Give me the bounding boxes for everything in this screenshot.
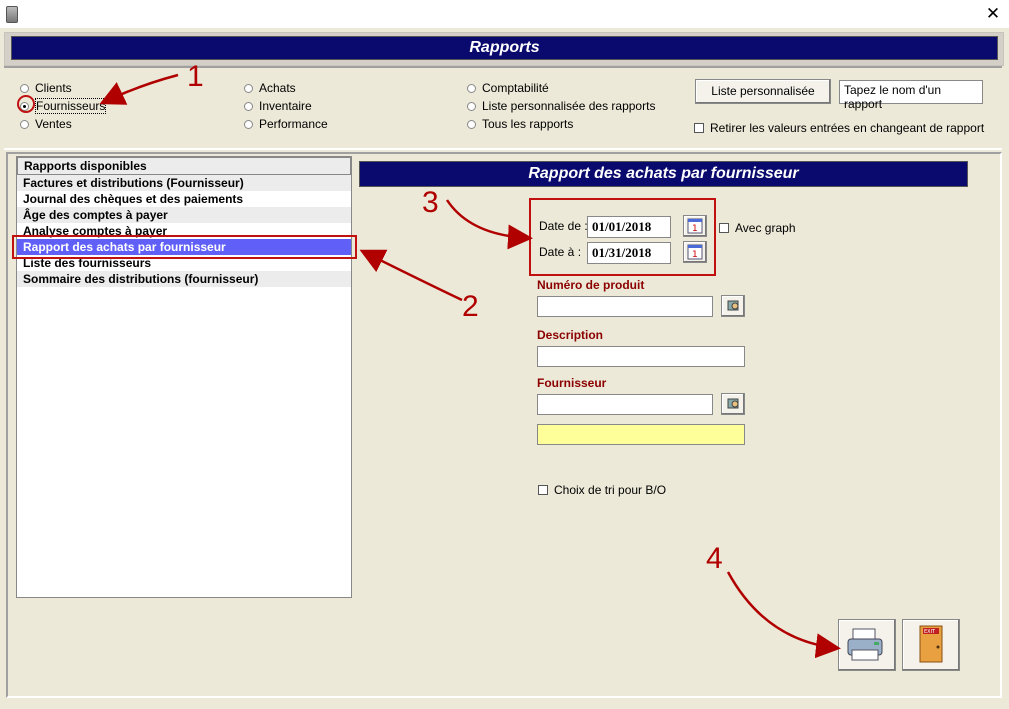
annotation-number-1: 1 [187,60,204,93]
annotation-arrows [99,73,841,659]
annotation-arrow-2 [359,249,463,302]
annotation-arrow-1 [99,73,179,105]
annotation-number-4: 4 [706,542,723,575]
annotation-number-3: 3 [422,186,439,219]
annotation-arrow-3 [445,199,533,250]
annotation-arrow-4 [726,571,841,659]
annotation-number-2: 2 [462,290,479,323]
